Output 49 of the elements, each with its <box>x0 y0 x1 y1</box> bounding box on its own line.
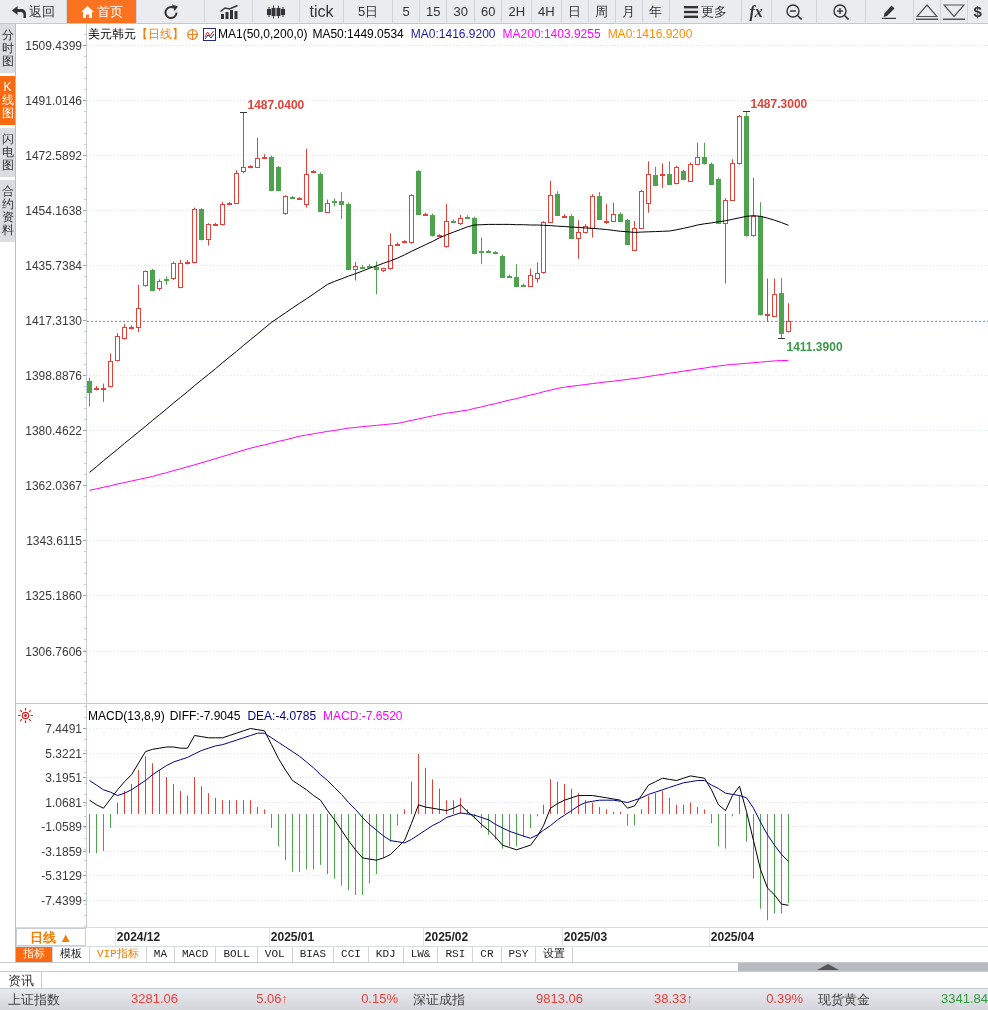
axis-label: 2024/12 <box>116 930 161 944</box>
axis-label: 2025/03 <box>563 930 608 944</box>
quote-change: 38.33↑ <box>652 990 693 1008</box>
axis-label: 1380.4622 <box>25 423 82 438</box>
quote-value: 3281.06 <box>130 990 178 1008</box>
legend-value: MA200:1403.9255 <box>502 26 601 42</box>
axis-label: -1.0589 <box>41 819 82 834</box>
axis-label: 2025/01 <box>270 930 315 944</box>
axis-label: 3.1951 <box>45 770 82 785</box>
axis-label: 1435.7384 <box>25 258 82 273</box>
price-label: 1487.3000 <box>750 96 808 111</box>
quote-value: 3341.84 <box>940 990 988 1008</box>
axis-label: -3.1859 <box>41 844 82 859</box>
axis-label: 1.0681 <box>45 795 82 810</box>
axis-label: 1491.0146 <box>25 93 82 108</box>
axis-label: 1398.8876 <box>25 368 82 383</box>
quote-value: 9813.06 <box>535 990 583 1008</box>
quote-name: 深证成指 <box>412 990 466 1009</box>
axis-label: 2025/02 <box>424 930 469 944</box>
price-label: 1487.0400 <box>247 97 305 112</box>
axis-label: 1454.1638 <box>25 203 82 218</box>
quote-name: 现货黄金 <box>817 990 871 1009</box>
axis-label: 1417.3130 <box>25 313 82 328</box>
legend-value: MACD:-7.6520 <box>323 708 403 724</box>
symbol-name: 美元韩元 <box>88 26 136 42</box>
axis-label: 1362.0367 <box>25 478 82 493</box>
axis-label: -5.3129 <box>41 868 82 883</box>
axis-label: 1343.6115 <box>26 533 82 548</box>
price-label: 1411.3900 <box>786 339 843 354</box>
quote-percent: 0.15% <box>360 990 398 1008</box>
quote-percent: 0.39% <box>765 990 803 1008</box>
legend-value: DIFF:-7.9045 <box>169 708 241 724</box>
axis-label: 1509.4399 <box>25 38 82 53</box>
quote-change: 5.06↑ <box>255 990 288 1008</box>
axis-label: 1472.5892 <box>25 148 82 163</box>
axis-label: 2025/04 <box>710 930 755 944</box>
axis-label: 1306.7606 <box>25 644 82 659</box>
axis-label: 7.4491 <box>45 721 82 736</box>
indicator-name: MA1(50,0,200,0) <box>218 26 308 42</box>
axis-label: 1325.1860 <box>25 588 82 603</box>
legend-value: MA50:1449.0534 <box>312 26 404 42</box>
axis-label: 5.3221 <box>45 746 82 761</box>
legend-value: DEA:-4.0785 <box>247 708 317 724</box>
indicator-name: MACD(13,8,9) <box>88 708 165 724</box>
axis-label: -7.4399 <box>41 893 82 908</box>
quote-name: 上证指数 <box>7 990 61 1009</box>
legend-value: MA0:1416.9200 <box>410 26 496 42</box>
period-label: 【日线】 <box>136 26 184 42</box>
legend-value: MA0:1416.9200 <box>607 26 693 42</box>
